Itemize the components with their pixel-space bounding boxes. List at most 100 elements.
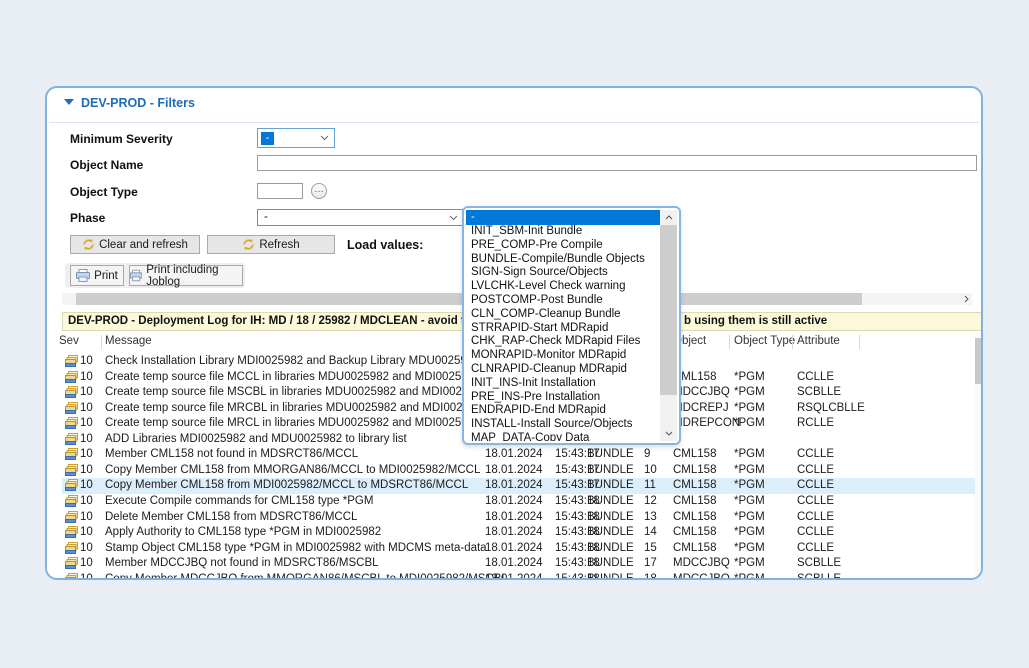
cell-attribute: CCLLE <box>797 371 834 383</box>
cell-seq: 18 <box>644 573 657 580</box>
phase-option[interactable]: STRRAPID-Start MDRapid <box>466 322 660 336</box>
cell-message: Member MDCCJBQ not found in MDSRCT86/MSC… <box>105 557 379 569</box>
print-including-joblog-button[interactable]: Print including Joblog <box>129 265 243 286</box>
collapse-caret-icon[interactable] <box>64 99 74 105</box>
cell-sev: 10 <box>80 511 93 523</box>
cell-object: MDREPCON <box>673 417 740 429</box>
cell-sev: 10 <box>80 495 93 507</box>
log-entry-icon <box>65 433 78 448</box>
cell-date: 18.01.2024 <box>485 448 543 460</box>
dropdown-scroll-thumb[interactable] <box>660 225 677 395</box>
chevron-down-icon <box>320 135 329 141</box>
cell-message: Create temp source file MSCBL in librari… <box>105 386 487 398</box>
phase-option[interactable]: CHK_RAP-Check MDRapid Files <box>466 335 660 349</box>
header-divider <box>792 335 793 349</box>
cell-object-type: *PGM <box>734 417 765 429</box>
phase-option[interactable]: MAP_DATA-Copy Data <box>466 432 660 441</box>
phase-option[interactable]: INSTALL-Install Source/Objects <box>466 418 660 432</box>
print-including-joblog-label: Print including Joblog <box>146 264 242 288</box>
header-message[interactable]: Message <box>105 335 152 347</box>
table-row[interactable]: 10 Stamp Object CML158 type *PGM in MDI0… <box>62 541 978 557</box>
table-row[interactable]: 10 Copy Member CML158 from MDI0025982/MC… <box>62 478 978 494</box>
phase-option[interactable]: PRE_COMP-Pre Compile <box>466 239 660 253</box>
log-entry-icon <box>65 355 78 370</box>
cell-object-type: *PGM <box>734 479 765 491</box>
print-button[interactable]: Print <box>70 265 124 286</box>
phase-option[interactable]: CLN_COMP-Cleanup Bundle <box>466 308 660 322</box>
cell-object-type: *PGM <box>734 511 765 523</box>
phase-option[interactable]: CLNRAPID-Cleanup MDRapid <box>466 363 660 377</box>
table-row[interactable]: 10 Copy Member MDCCJBQ from MMORGAN86/MS… <box>62 572 978 580</box>
cell-seq: 13 <box>644 511 657 523</box>
cell-object-type: *PGM <box>734 495 765 507</box>
cell-seq: 9 <box>644 448 650 460</box>
cell-object: CML158 <box>673 479 716 491</box>
header-object-type[interactable]: Object Type <box>734 335 795 347</box>
clear-and-refresh-button[interactable]: Clear and refresh <box>70 235 200 254</box>
cell-sev: 10 <box>80 433 93 445</box>
chevron-down-icon <box>665 431 673 436</box>
chevron-right-icon <box>964 295 969 303</box>
cell-message: Copy Member CML158 from MMORGAN86/MCCL t… <box>105 464 480 476</box>
hscroll-right-arrow[interactable] <box>960 293 972 305</box>
table-row[interactable]: 10 Delete Member CML158 from MDSRCT86/MC… <box>62 510 978 526</box>
phase-option[interactable]: MONRAPID-Monitor MDRapid <box>466 349 660 363</box>
chevron-up-icon <box>665 215 673 220</box>
print-label: Print <box>94 270 118 282</box>
phase-dropdown-list: -INIT_SBM-Init BundlePRE_COMP-Pre Compil… <box>462 206 681 445</box>
cell-message: Member CML158 not found in MDSRCT86/MCCL <box>105 448 358 460</box>
phase-option[interactable]: POSTCOMP-Post Bundle <box>466 294 660 308</box>
dropdown-scroll-up-arrow[interactable] <box>660 210 677 225</box>
header-attribute[interactable]: Attribute <box>797 335 840 347</box>
cell-object: CML158 <box>673 511 716 523</box>
cell-message: Delete Member CML158 from MDSRCT86/MCCL <box>105 511 357 523</box>
cell-object-type: *PGM <box>734 386 765 398</box>
cell-sev: 10 <box>80 402 93 414</box>
phase-option[interactable]: INIT_SBM-Init Bundle <box>466 225 660 239</box>
cell-seq: 11 <box>644 479 656 491</box>
min-severity-select[interactable]: - <box>257 128 335 148</box>
phase-option[interactable]: LVLCHK-Level Check warning <box>466 280 660 294</box>
cell-sev: 10 <box>80 479 93 491</box>
cell-message: Copy Member CML158 from MDI0025982/MCCL … <box>105 479 468 491</box>
banner-text-left: DEV-PROD - Deployment Log for IH: MD / 1… <box>68 313 517 330</box>
cell-phase: BUNDLE <box>587 542 634 554</box>
cell-phase: BUNDLE <box>587 448 634 460</box>
cell-message: Execute Compile commands for CML158 type… <box>105 495 373 507</box>
phase-option[interactable]: SIGN-Sign Source/Objects <box>466 266 660 280</box>
header-sev[interactable]: Sev <box>59 335 79 347</box>
cell-sev: 10 <box>80 417 93 429</box>
table-row[interactable]: 10 Member MDCCJBQ not found in MDSRCT86/… <box>62 556 978 572</box>
phase-option[interactable]: INIT_INS-Init Installation <box>466 377 660 391</box>
table-row[interactable]: 10 Apply Authority to CML158 type *PGM i… <box>62 525 978 541</box>
table-row[interactable]: 10 Copy Member CML158 from MMORGAN86/MCC… <box>62 463 978 479</box>
cell-object-type: *PGM <box>734 526 765 538</box>
refresh-button[interactable]: Refresh <box>207 235 335 254</box>
phase-label: Phase <box>70 211 105 225</box>
object-type-input[interactable] <box>257 183 303 199</box>
phase-selected-value: - <box>264 211 268 223</box>
phase-option-selected[interactable]: - <box>466 210 660 225</box>
vscroll-thumb[interactable] <box>975 338 983 384</box>
dropdown-scroll-down-arrow[interactable] <box>660 426 677 441</box>
phase-option[interactable]: ENDRAPID-End MDRapid <box>466 404 660 418</box>
log-entry-icon <box>65 371 78 386</box>
phase-select[interactable]: - <box>257 209 464 226</box>
cell-object: MDCCJBQ <box>673 386 730 398</box>
cell-object: CML158 <box>673 448 716 460</box>
cell-message: Create temp source file MRCL in librarie… <box>105 417 480 429</box>
cell-attribute: SCBLLE <box>797 386 841 398</box>
object-type-browse-button[interactable]: … <box>311 183 327 199</box>
dropdown-scrollbar[interactable] <box>660 210 677 441</box>
cell-sev: 10 <box>80 526 93 538</box>
cell-sev: 10 <box>80 386 93 398</box>
vertical-scrollbar[interactable] <box>975 334 983 578</box>
phase-option[interactable]: BUNDLE-Compile/Bundle Objects <box>466 253 660 267</box>
phase-option[interactable]: PRE_INS-Pre Installation <box>466 391 660 405</box>
table-row[interactable]: 10 Member CML158 not found in MDSRCT86/M… <box>62 447 978 463</box>
cell-phase: BUNDLE <box>587 526 634 538</box>
cell-seq: 17 <box>644 557 657 569</box>
clear-and-refresh-label: Clear and refresh <box>99 239 188 251</box>
object-name-input[interactable] <box>257 155 977 171</box>
table-row[interactable]: 10 Execute Compile commands for CML158 t… <box>62 494 978 510</box>
